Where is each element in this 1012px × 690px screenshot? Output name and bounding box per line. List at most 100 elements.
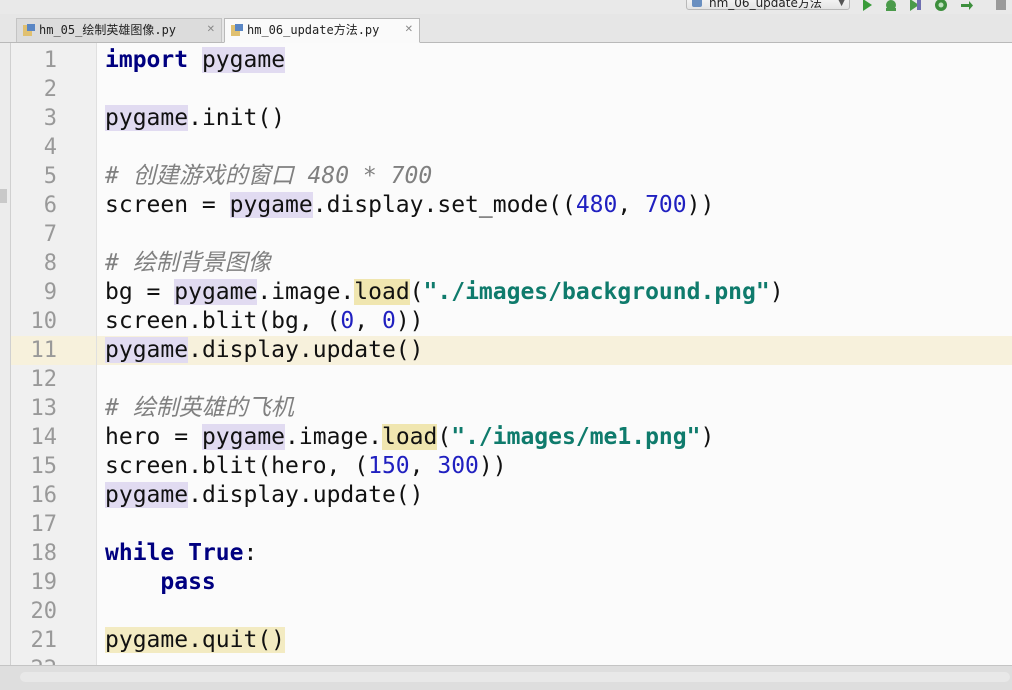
code-token: load [381, 424, 438, 450]
line-number: 8 [43, 251, 57, 276]
chevron-down-icon: ▼ [838, 0, 845, 8]
code-token: pygame [174, 279, 258, 305]
code-token: ) [700, 424, 715, 450]
code-token: )) [686, 192, 715, 218]
code-token: pass [160, 569, 216, 595]
code-token: import [105, 47, 189, 73]
close-icon[interactable]: ✕ [207, 19, 215, 41]
close-icon[interactable]: ✕ [405, 19, 413, 41]
code-token: load [354, 279, 410, 305]
code-token: screen.blit(bg, ( [105, 308, 341, 334]
left-tool-strip [0, 43, 11, 665]
horizontal-scrollbar[interactable] [20, 672, 1010, 682]
code-token: while [105, 540, 175, 566]
editor-tab-bar: hm_05_绘制英雄图像.py ✕ hm_06_update方法.py ✕ [0, 14, 1012, 43]
line-number: 10 [30, 309, 58, 334]
code-token: pygame [105, 337, 189, 363]
code-line[interactable]: # 绘制背景图像 [105, 249, 1012, 278]
line-number: 19 [30, 570, 58, 595]
code-line[interactable] [105, 597, 1012, 626]
code-line[interactable]: pygame.quit() [105, 626, 1012, 655]
code-token: True [188, 540, 244, 566]
code-token: 150 [368, 453, 410, 479]
profile-icon[interactable] [934, 0, 948, 12]
coverage-icon[interactable] [908, 0, 922, 12]
tab-hm-06[interactable]: hm_06_update方法.py ✕ [224, 18, 420, 43]
line-number: 9 [43, 280, 57, 305]
code-token: 0 [381, 308, 396, 334]
code-line[interactable]: screen = pygame.display.set_mode((480, 7… [105, 191, 1012, 220]
code-line[interactable]: while True: [105, 539, 1012, 568]
line-number: 17 [30, 512, 58, 537]
line-number: 6 [43, 193, 57, 218]
code-token: pygame.quit() [105, 627, 286, 653]
run-configuration-dropdown[interactable]: hm_06_update方法 ▼ [686, 0, 850, 10]
line-number: 5 [43, 164, 57, 189]
python-file-icon [23, 24, 35, 36]
code-line[interactable] [105, 510, 1012, 539]
code-token: .display.update() [188, 482, 424, 508]
code-token: , [617, 192, 646, 218]
code-token: )) [395, 308, 424, 334]
line-number: 12 [30, 367, 58, 392]
code-line[interactable] [105, 365, 1012, 394]
code-line[interactable]: pygame.display.update() [105, 481, 1012, 510]
code-line[interactable]: pass [105, 568, 1012, 597]
code-token: pygame [201, 424, 286, 450]
line-number: 4 [43, 135, 57, 160]
run-configuration-label: hm_06_update方法 [709, 0, 822, 10]
code-line[interactable] [105, 75, 1012, 104]
code-token: .image. [285, 424, 382, 450]
line-number: 13 [30, 396, 58, 421]
code-editor[interactable]: import pygame pygame.init() # 创建游戏的窗口 480 … [97, 43, 1012, 665]
code-token: pygame [229, 192, 313, 218]
code-token: 480 [575, 192, 618, 218]
tab-hm-05[interactable]: hm_05_绘制英雄图像.py ✕ [16, 18, 222, 42]
code-line[interactable] [105, 220, 1012, 249]
code-line[interactable] [105, 655, 1012, 665]
code-token: : [243, 540, 258, 566]
code-line[interactable]: screen.blit(hero, (150, 300)) [105, 452, 1012, 481]
bookmark-marker [0, 189, 7, 203]
code-token: pygame [201, 47, 286, 73]
code-token: # 绘制背景图像 [105, 250, 271, 276]
code-token: "./images/background.png" [423, 279, 770, 305]
step-over-icon[interactable] [960, 0, 974, 12]
line-number-gutter: 12345678910111213141516171819202122 [11, 43, 97, 682]
code-token: hero = [105, 424, 202, 450]
code-line[interactable]: hero = pygame.image.load("./images/me1.p… [105, 423, 1012, 452]
code-line[interactable]: screen.blit(bg, (0, 0)) [105, 307, 1012, 336]
code-line[interactable]: import pygame [105, 46, 1012, 75]
line-number: 15 [30, 454, 58, 479]
tab-label: hm_06_update方法.py [247, 23, 380, 37]
python-file-icon [692, 0, 702, 7]
line-number: 16 [30, 483, 58, 508]
code-token: .display.update() [188, 337, 424, 363]
code-line[interactable]: # 创建游戏的窗口 480 * 700 [105, 162, 1012, 191]
code-token: 700 [645, 192, 687, 218]
line-number: 14 [30, 425, 58, 450]
code-token: , [354, 308, 382, 334]
code-line[interactable]: pygame.init() [105, 104, 1012, 133]
python-file-icon [231, 24, 243, 36]
code-line[interactable]: bg = pygame.image.load("./images/backgro… [105, 278, 1012, 307]
line-number: 3 [43, 106, 57, 131]
code-token: # 绘制英雄的飞机 [105, 395, 294, 421]
code-line[interactable]: # 绘制英雄的飞机 [105, 394, 1012, 423]
line-number: 2 [43, 77, 57, 102]
horizontal-scrollbar-area [0, 665, 1012, 690]
code-token: pygame [105, 105, 189, 131]
code-token: pygame [105, 482, 189, 508]
current-code-line[interactable]: pygame.display.update() [97, 336, 1012, 365]
run-icon[interactable] [860, 0, 874, 12]
line-number: 1 [43, 48, 57, 73]
code-token: screen.blit(hero, ( [105, 453, 369, 479]
debug-icon[interactable] [884, 0, 898, 12]
code-token: # 创建游戏的窗口 480 * 700 [105, 163, 433, 189]
code-token: ( [437, 424, 452, 450]
stop-icon[interactable] [994, 0, 1008, 12]
code-line[interactable] [105, 133, 1012, 162]
